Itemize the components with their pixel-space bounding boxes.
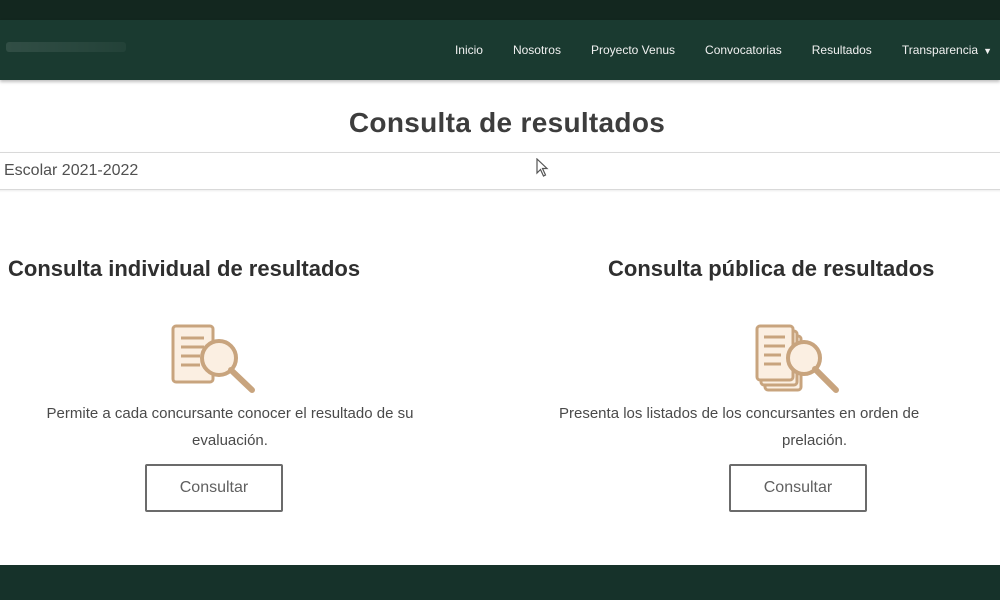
nav-menu: Inicio Nosotros Proyecto Venus Convocato…: [455, 20, 992, 80]
page-title: Consulta de resultados: [348, 107, 666, 138]
nav-convocatorias[interactable]: Convocatorias: [705, 43, 782, 57]
nav-nosotros[interactable]: Nosotros: [513, 43, 561, 57]
nav-transparencia[interactable]: Transparencia ▼: [902, 43, 992, 57]
individual-card-title: Consulta individual de resultados: [8, 256, 361, 281]
period-select[interactable]: Escolar 2021-2022: [0, 152, 1000, 190]
consultar-individual-button[interactable]: Consultar: [145, 464, 283, 512]
nav-inicio[interactable]: Inicio: [455, 43, 483, 57]
publica-card-description: Presenta los listados de los concursante…: [555, 400, 1000, 454]
document-search-icon: [171, 324, 255, 393]
consultar-publica-button[interactable]: Consultar: [729, 464, 867, 512]
navbar: Inicio Nosotros Proyecto Venus Convocato…: [0, 20, 1000, 80]
publica-desc-line1: Presenta los listados de los concursante…: [559, 405, 920, 422]
period-select-value: Escolar 2021-2022: [4, 162, 139, 179]
individual-desc-line2: evaluación.: [192, 432, 268, 449]
nav-resultados[interactable]: Resultados: [812, 43, 872, 57]
nav-transparencia-label: Transparencia: [901, 43, 979, 57]
publica-card-title: Consulta pública de resultados: [608, 256, 935, 281]
logo[interactable]: [6, 42, 126, 52]
documents-search-icon: [755, 324, 839, 393]
top-bar: [0, 0, 1000, 20]
individual-desc-line1: Permite a cada concursante conocer el re…: [46, 405, 414, 422]
publica-desc-line2: prelación.: [782, 432, 848, 449]
caret-down-icon: ▼: [983, 46, 992, 56]
individual-card-description: Permite a cada concursante conocer el re…: [0, 400, 500, 454]
footer: [0, 565, 1000, 600]
mouse-cursor-icon: [536, 158, 549, 177]
nav-proyecto-venus[interactable]: Proyecto Venus: [591, 43, 675, 57]
